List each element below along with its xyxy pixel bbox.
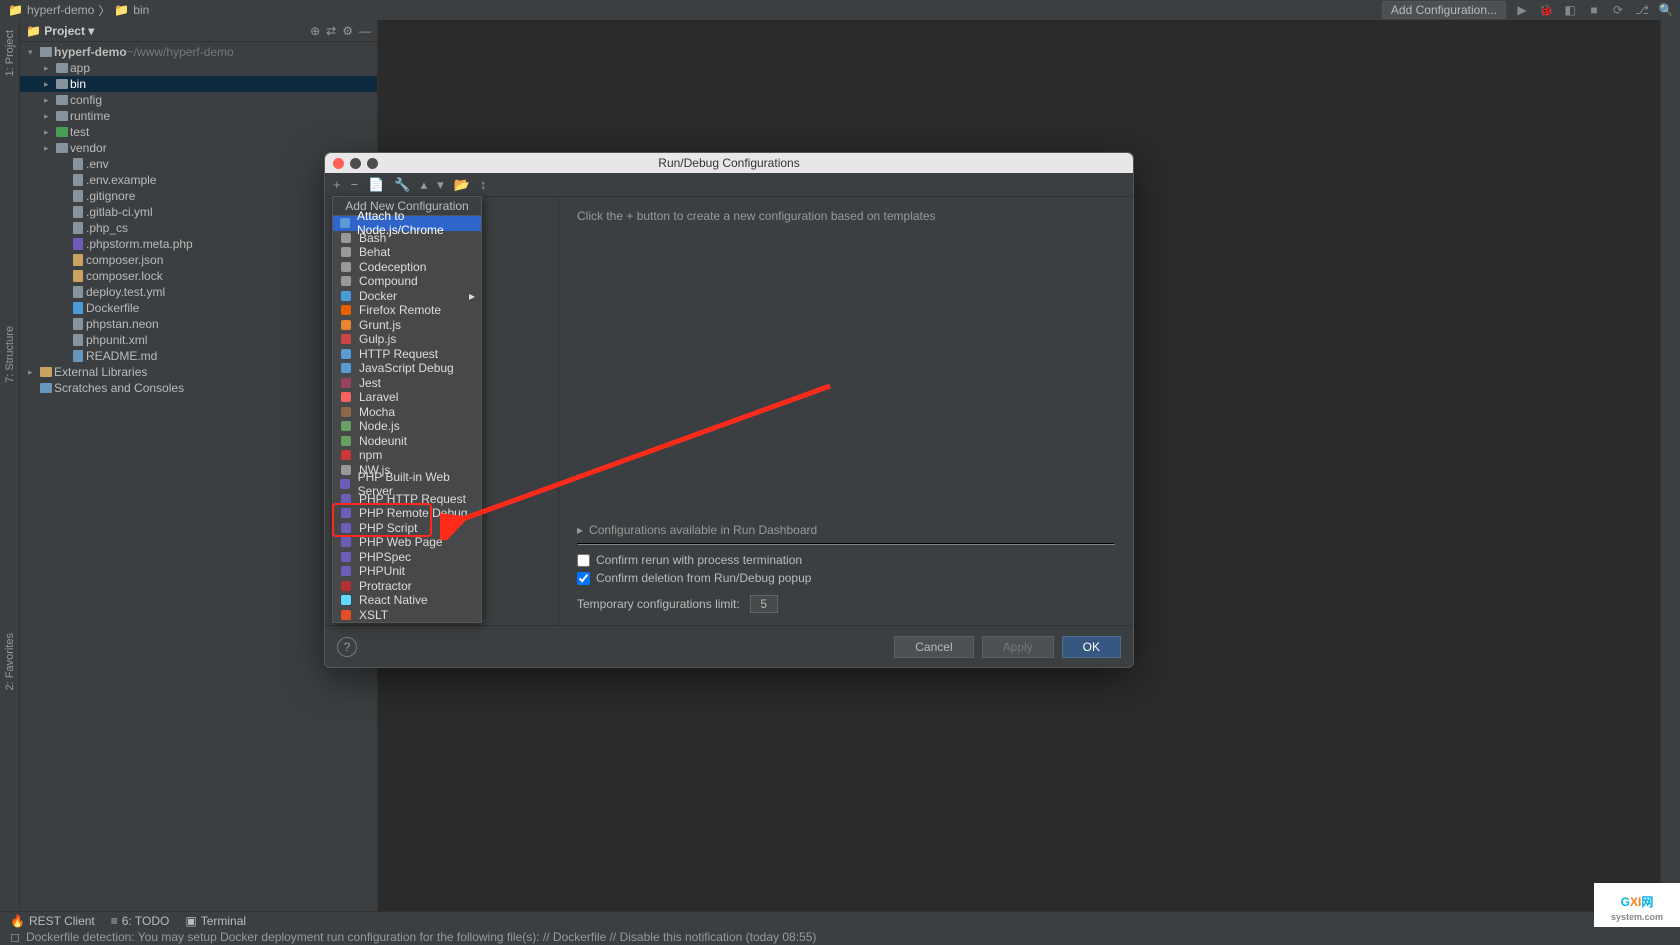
- search-icon[interactable]: 🔍: [1658, 2, 1674, 18]
- popup-item[interactable]: PHP HTTP Request: [333, 492, 481, 507]
- ok-button[interactable]: OK: [1062, 636, 1121, 658]
- update-icon[interactable]: ⟳: [1610, 2, 1626, 18]
- info-icon: ◻: [10, 930, 20, 944]
- coverage-icon[interactable]: ◧: [1562, 2, 1578, 18]
- gear-icon[interactable]: ⚙: [342, 24, 353, 38]
- popup-item[interactable]: Node.js: [333, 419, 481, 434]
- notification-text: Dockerfile detection: You may setup Dock…: [26, 930, 816, 944]
- notification-bar[interactable]: ◻ Dockerfile detection: You may setup Do…: [0, 929, 1680, 945]
- popup-item[interactable]: PHP Remote Debug: [333, 506, 481, 521]
- run-icon[interactable]: ▶: [1514, 2, 1530, 18]
- rest-client-tab[interactable]: 🔥 REST Client: [10, 914, 95, 928]
- git-icon[interactable]: ⎇: [1634, 2, 1650, 18]
- folder-icon: 📁: [8, 3, 23, 17]
- popup-item[interactable]: PHP Script: [333, 521, 481, 536]
- tree-row[interactable]: ▸config: [20, 92, 377, 108]
- popup-item[interactable]: Jest: [333, 376, 481, 391]
- popup-item[interactable]: Attach to Node.js/Chrome: [333, 216, 481, 231]
- wrench-icon[interactable]: 🔧: [394, 177, 410, 193]
- hide-icon[interactable]: —: [359, 24, 371, 38]
- tree-row[interactable]: ▾hyperf-demo ~/www/hyperf-demo: [20, 44, 377, 60]
- cancel-button[interactable]: Cancel: [894, 636, 973, 658]
- chevron-right-icon: ▸: [577, 523, 583, 537]
- right-gutter: [1660, 20, 1680, 911]
- copy-icon[interactable]: 📄: [368, 177, 384, 193]
- popup-item[interactable]: Laravel: [333, 390, 481, 405]
- apply-button[interactable]: Apply: [982, 636, 1054, 658]
- tree-row[interactable]: ▸bin: [20, 76, 377, 92]
- breadcrumb-sep: 〉: [98, 2, 110, 19]
- popup-item[interactable]: Nodeunit: [333, 434, 481, 449]
- left-gutter: 1: Project 7: Structure 2: Favorites: [0, 20, 20, 911]
- breadcrumb-root[interactable]: hyperf-demo: [27, 3, 94, 17]
- confirm-delete-checkbox[interactable]: Confirm deletion from Run/Debug popup: [577, 571, 1115, 585]
- popup-item[interactable]: Docker▸: [333, 289, 481, 304]
- dialog-titlebar[interactable]: Run/Debug Configurations: [325, 153, 1133, 173]
- popup-item[interactable]: PHP Web Page: [333, 535, 481, 550]
- folder-icon: 📁: [114, 3, 129, 17]
- add-config-popup[interactable]: Add New Configuration Attach to Node.js/…: [332, 196, 482, 623]
- expand-icon[interactable]: ↕: [480, 177, 487, 192]
- status-bar: 🔥 REST Client ≡ 6: TODO ▣ Terminal: [0, 911, 1680, 929]
- tree-row[interactable]: ▸runtime: [20, 108, 377, 124]
- tree-row[interactable]: ▸vendor: [20, 140, 377, 156]
- add-icon[interactable]: +: [333, 177, 341, 192]
- popup-item[interactable]: Codeception: [333, 260, 481, 275]
- add-configuration-button[interactable]: Add Configuration...: [1382, 1, 1506, 19]
- popup-item[interactable]: Gulp.js: [333, 332, 481, 347]
- tab-project[interactable]: 1: Project: [4, 30, 16, 76]
- terminal-tab[interactable]: ▣ Terminal: [185, 914, 246, 928]
- hint-text: Click the + button to create a new confi…: [577, 209, 1115, 223]
- popup-item[interactable]: Grunt.js: [333, 318, 481, 333]
- watermark: GXI网 system.com: [1594, 883, 1680, 927]
- todo-tab[interactable]: ≡ 6: TODO: [111, 914, 170, 928]
- toolbar-right: Add Configuration... ▶ 🐞 ◧ ■ ⟳ ⎇ 🔍: [1376, 0, 1680, 20]
- tree-row[interactable]: ▸test: [20, 124, 377, 140]
- popup-item[interactable]: PHPUnit: [333, 564, 481, 579]
- popup-item[interactable]: Protractor: [333, 579, 481, 594]
- remove-icon[interactable]: −: [351, 177, 359, 192]
- popup-item[interactable]: PHPSpec: [333, 550, 481, 565]
- up-icon[interactable]: ▴: [421, 177, 428, 193]
- panel-title: 📁 Project ▾: [26, 24, 94, 38]
- help-button[interactable]: ?: [337, 637, 357, 657]
- tab-favorites[interactable]: 2: Favorites: [4, 633, 16, 690]
- popup-item[interactable]: Mocha: [333, 405, 481, 420]
- down-icon[interactable]: ▾: [437, 177, 444, 193]
- tree-row[interactable]: ▸app: [20, 60, 377, 76]
- limit-input[interactable]: [750, 595, 778, 613]
- stop-icon[interactable]: ■: [1586, 2, 1602, 18]
- target-icon[interactable]: ⊕: [310, 24, 320, 38]
- popup-item[interactable]: HTTP Request: [333, 347, 481, 362]
- popup-item[interactable]: Behat: [333, 245, 481, 260]
- popup-item[interactable]: Compound: [333, 274, 481, 289]
- debug-icon[interactable]: 🐞: [1538, 2, 1554, 18]
- tab-structure[interactable]: 7: Structure: [4, 326, 16, 383]
- folder-move-icon[interactable]: 📂: [454, 177, 470, 193]
- popup-item[interactable]: Firefox Remote: [333, 303, 481, 318]
- config-detail-pane: Click the + button to create a new confi…: [559, 197, 1133, 625]
- limit-label: Temporary configurations limit:: [577, 597, 740, 611]
- popup-item[interactable]: React Native: [333, 593, 481, 608]
- popup-item[interactable]: JavaScript Debug: [333, 361, 481, 376]
- confirm-rerun-checkbox[interactable]: Confirm rerun with process termination: [577, 553, 1115, 567]
- dashboard-section[interactable]: ▸ Configurations available in Run Dashbo…: [577, 523, 1115, 537]
- panel-header: 📁 Project ▾ ⊕ ⇄ ⚙ —: [20, 20, 377, 42]
- popup-item[interactable]: npm: [333, 448, 481, 463]
- dialog-toolbar: + − 📄 🔧 ▴ ▾ 📂 ↕: [325, 173, 1133, 197]
- collapse-icon[interactable]: ⇄: [326, 24, 336, 38]
- popup-item[interactable]: XSLT: [333, 608, 481, 623]
- popup-item[interactable]: PHP Built-in Web Server: [333, 477, 481, 492]
- dialog-title: Run/Debug Configurations: [325, 156, 1133, 170]
- breadcrumb-current[interactable]: bin: [133, 3, 149, 17]
